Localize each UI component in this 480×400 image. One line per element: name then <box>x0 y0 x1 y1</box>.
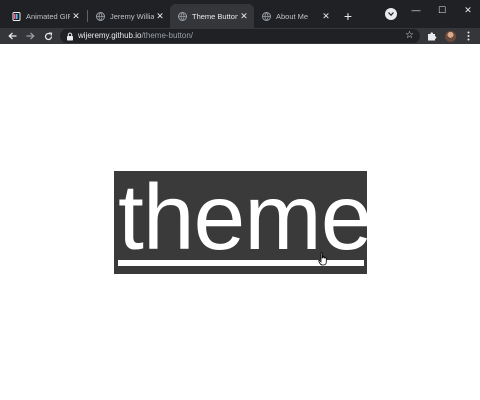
close-tab-icon[interactable]: ✕ <box>238 10 250 22</box>
file-doc-icon <box>12 11 21 21</box>
tab-jeremy-williams[interactable]: Jeremy Williams ✕ <box>88 4 170 28</box>
profile-button[interactable] <box>442 28 458 44</box>
close-window-button[interactable]: ✕ <box>460 3 476 17</box>
lock-icon <box>67 32 73 41</box>
bookmark-star-icon[interactable]: ☆ <box>405 30 414 42</box>
globe-icon <box>178 11 187 21</box>
browser-toolbar: wijeremy.github.io/theme-button/ ☆ <box>0 28 480 44</box>
mouse-cursor-icon <box>318 252 327 266</box>
avatar <box>444 30 456 42</box>
back-arrow-icon <box>7 32 16 40</box>
theme-button[interactable]: theme <box>114 171 372 274</box>
globe-icon <box>262 11 271 21</box>
forward-button[interactable] <box>22 28 38 44</box>
close-tab-icon[interactable]: ✕ <box>154 10 166 22</box>
page-content: theme <box>0 44 480 400</box>
kebab-menu-icon <box>467 31 469 41</box>
reload-button[interactable] <box>40 28 56 44</box>
maximize-button[interactable]: ☐ <box>434 3 450 17</box>
forward-arrow-icon <box>26 32 35 40</box>
extensions-button[interactable] <box>424 28 440 44</box>
url-path: /theme-button/ <box>141 31 194 40</box>
reload-icon <box>44 31 52 40</box>
puzzle-icon <box>428 32 437 41</box>
tab-label: Jeremy Williams <box>110 11 154 21</box>
tab-label: Theme Button <box>192 11 238 21</box>
close-tab-icon[interactable]: ✕ <box>70 10 82 22</box>
theme-button-label: theme <box>118 165 372 269</box>
globe-icon <box>96 11 105 21</box>
menu-button[interactable] <box>460 28 476 44</box>
tab-animated-gif[interactable]: Animated GIF ✕ <box>4 4 86 28</box>
tab-about-me[interactable]: About Me ✕ <box>254 4 336 28</box>
url-text: wijeremy.github.io/theme-button/ <box>78 29 193 43</box>
tab-strip: Animated GIF ✕ Jeremy Williams ✕ Theme B… <box>0 0 480 28</box>
tab-search-icon[interactable] <box>385 8 397 20</box>
minimize-button[interactable]: — <box>408 3 424 17</box>
new-tab-button[interactable]: + <box>339 7 357 25</box>
tab-label: Animated GIF <box>26 11 70 21</box>
tab-theme-button[interactable]: Theme Button ✕ <box>170 4 254 28</box>
tab-label: About Me <box>276 11 309 21</box>
address-bar[interactable]: wijeremy.github.io/theme-button/ ☆ <box>60 29 420 43</box>
close-tab-icon[interactable]: ✕ <box>320 10 332 22</box>
url-host: wijeremy.github.io <box>78 31 142 40</box>
back-button[interactable] <box>4 28 20 44</box>
